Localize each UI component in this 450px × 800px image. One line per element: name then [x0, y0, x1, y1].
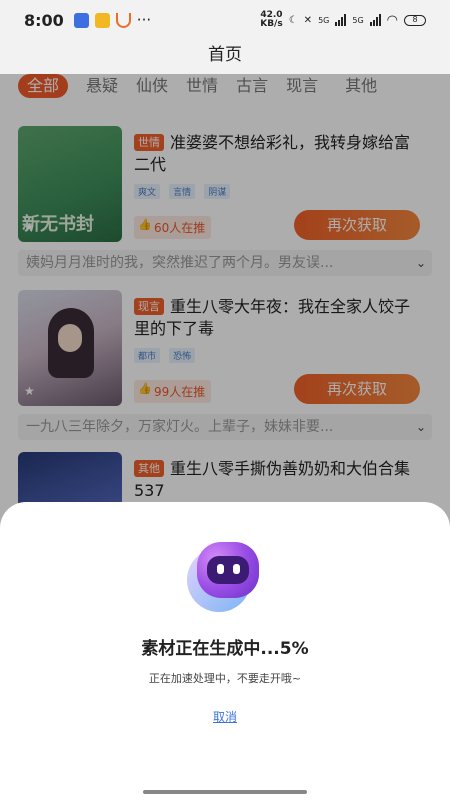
status-icons: 42.0 KB/s ☾ ✕ 5G 5G ◠ 8 [260, 11, 426, 29]
ai-robot-icon [185, 542, 265, 622]
cancel-link[interactable]: 取消 [200, 708, 250, 725]
network-type-2: 5G [352, 15, 364, 25]
page-header: 首页 [0, 40, 450, 74]
generation-progress-sheet: 素材正在生成中...5% 正在加速处理中，不要走开哦~ 取消 [0, 502, 450, 800]
network-type-1: 5G [318, 15, 330, 25]
battery-icon: 8 [404, 14, 426, 26]
progress-subtitle: 正在加速处理中，不要走开哦~ [148, 672, 302, 685]
net-speed: 42.0 KB/s [260, 11, 282, 29]
progress-title: 素材正在生成中...5% [141, 639, 309, 659]
signal-icon [335, 14, 347, 26]
status-bar: 8:00 ··· 42.0 KB/s ☾ ✕ 5G 5G ◠ 8 [0, 0, 450, 40]
page-title: 首页 [208, 45, 242, 65]
notification-icons: ··· [73, 11, 152, 29]
more-notifications: ··· [136, 11, 152, 29]
home-indicator[interactable] [143, 790, 307, 794]
robot-eye [233, 564, 240, 574]
robot-face [207, 556, 249, 584]
robot-eye [217, 564, 224, 574]
net-speed-unit: KB/s [260, 19, 283, 29]
moon-icon: ☾ [288, 14, 298, 26]
status-time: 8:00 [24, 10, 64, 30]
battery-level: 8 [412, 14, 418, 24]
app-notification-icon [115, 12, 131, 28]
app-notification-icon [73, 12, 89, 28]
signal-icon [369, 14, 381, 26]
vibrate-off-icon: ✕ [303, 14, 313, 26]
app-notification-icon [94, 12, 110, 28]
wifi-icon: ◠ [386, 12, 398, 28]
